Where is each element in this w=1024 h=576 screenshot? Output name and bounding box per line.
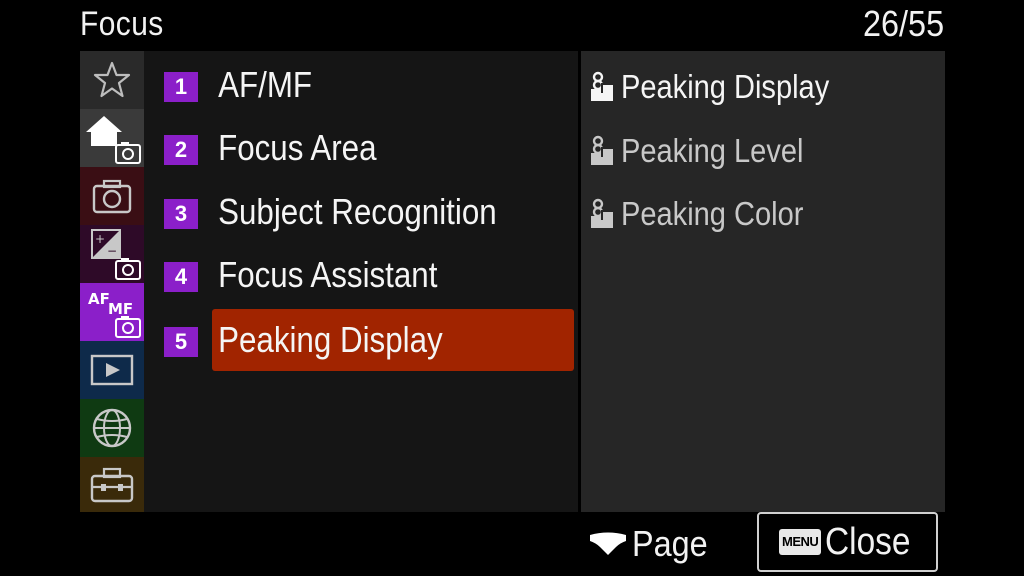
control-wheel-icon [590, 532, 626, 555]
submenu-item-label: Peaking Display [621, 68, 830, 105]
submenu-item-label: Peaking Color [621, 195, 804, 232]
tab-focus-af-text: AF [88, 290, 110, 308]
page-indicator: 26/55 [862, 3, 944, 44]
svg-text:+: + [95, 232, 105, 246]
submenu-pane: Peaking Display Peaking Level Peaking Co… [581, 51, 945, 512]
menu-item-number: 5 [164, 327, 198, 357]
menu-item-number: 2 [164, 135, 198, 165]
submenu-item-peaking-color[interactable]: Peaking Color [589, 194, 828, 234]
svg-text:−: − [107, 244, 117, 258]
menu-item-number: 1 [164, 72, 198, 102]
menu-item-label: Focus Assistant [218, 254, 438, 295]
menu-item-number: 3 [164, 199, 198, 229]
star-icon [93, 61, 131, 98]
page-hint-label: Page [632, 523, 708, 564]
tab-favorites[interactable] [80, 51, 144, 109]
menu-item-focus-assistant[interactable]: 4 Focus Assistant [164, 244, 574, 306]
af-mf-camera-icon: AF MF [88, 290, 141, 338]
submenu-item-label: Peaking Level [621, 132, 804, 169]
submenu-item-peaking-level[interactable]: Peaking Level [589, 131, 828, 171]
menu-item-label: Peaking Display [218, 319, 443, 360]
category-tabs: + − AF MF [80, 51, 144, 512]
movie-photo-icon [591, 198, 613, 228]
home-camera-icon [86, 116, 141, 164]
camera-icon [92, 179, 132, 214]
tab-shooting[interactable] [80, 167, 144, 225]
submenu-item-peaking-display[interactable]: Peaking Display [589, 67, 858, 107]
movie-photo-icon [591, 71, 613, 101]
globe-icon [92, 408, 132, 448]
close-button[interactable]: MENU Close [757, 512, 938, 572]
menu-item-focus-area[interactable]: 2 Focus Area [164, 117, 574, 179]
tab-focus-mf-text: MF [108, 300, 133, 318]
tab-playback[interactable] [80, 341, 144, 399]
menu-panel: + − AF MF 1 AF/MF 2 Focus Area 3 Subject… [80, 51, 945, 512]
tab-focus[interactable]: AF MF [80, 283, 144, 341]
menu-item-label: Focus Area [218, 127, 377, 168]
menu-item-af-mf[interactable]: 1 AF/MF [164, 54, 574, 116]
tab-network[interactable] [80, 399, 144, 457]
page-hint: Page [588, 522, 716, 566]
close-button-label: Close [825, 520, 911, 563]
menu-item-number: 4 [164, 262, 198, 292]
tab-home-shooting[interactable] [80, 109, 144, 167]
menu-item-label: AF/MF [218, 64, 313, 105]
menu-item-label: Subject Recognition [218, 191, 497, 232]
menu-key-icon: MENU [779, 529, 822, 555]
exposure-camera-icon: + − [91, 229, 141, 280]
page-title: Focus [80, 5, 164, 43]
playback-icon [90, 354, 134, 386]
menu-item-peaking-display[interactable]: 5 Peaking Display [164, 309, 574, 371]
movie-photo-icon [591, 135, 613, 165]
tab-setup[interactable] [80, 457, 144, 512]
tab-exposure[interactable]: + − [80, 225, 144, 283]
toolbox-icon [90, 467, 134, 502]
menu-item-subject-recognition[interactable]: 3 Subject Recognition [164, 181, 574, 243]
menu-list: 1 AF/MF 2 Focus Area 3 Subject Recogniti… [144, 51, 578, 512]
